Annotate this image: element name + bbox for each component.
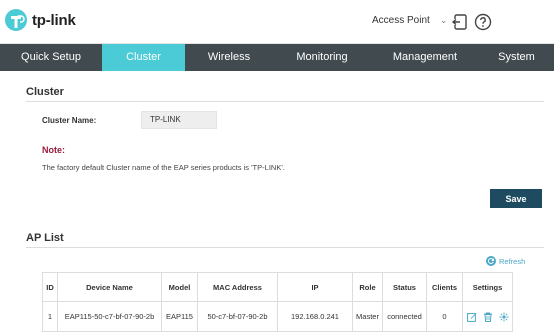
tab-management[interactable]: Management — [371, 44, 479, 71]
brand-logo: tp-link — [4, 7, 76, 33]
cluster-name-label: Cluster Name: — [42, 116, 97, 125]
save-button[interactable]: Save — [490, 189, 542, 208]
col-header-status: Status — [382, 272, 427, 302]
tab-quick-setup[interactable]: Quick Setup — [0, 44, 102, 71]
cell-role: Master — [352, 301, 383, 332]
cell-mac-address: 50-c7-bf-07-90-2b — [197, 301, 278, 332]
cell-model: EAP115 — [161, 301, 198, 332]
col-header-ip: IP — [277, 272, 353, 302]
tp-link-logo-icon — [5, 9, 27, 31]
tab-monitoring[interactable]: Monitoring — [273, 44, 371, 71]
edit-icon[interactable] — [466, 312, 477, 322]
ap-list-section-title: AP List — [26, 232, 64, 244]
tab-system[interactable]: System — [479, 44, 554, 71]
top-bar: tp-link Access Point ⌄ — [0, 0, 554, 44]
col-header-device-name: Device Name — [57, 272, 162, 302]
table-row: 1 EAP115-50-c7-bf-07-90-2b EAP115 50-c7-… — [42, 301, 513, 332]
cell-device-name: EAP115-50-c7-bf-07-90-2b — [57, 301, 162, 332]
col-header-role: Role — [352, 272, 383, 302]
refresh-icon — [486, 256, 496, 266]
cluster-section-title: Cluster — [26, 86, 64, 98]
cell-ip: 192.168.0.241 — [277, 301, 353, 332]
divider — [26, 101, 544, 102]
help-icon[interactable] — [474, 13, 492, 31]
cell-clients: 0 — [426, 301, 463, 332]
ap-list-table: ID Device Name Model MAC Address IP Role… — [42, 272, 513, 332]
locate-icon[interactable] — [499, 312, 509, 322]
refresh-button[interactable]: Refresh — [486, 256, 525, 266]
col-header-id: ID — [42, 272, 58, 302]
mode-select-label: Access Point — [372, 15, 430, 26]
chevron-down-icon: ⌄ — [439, 15, 448, 25]
col-header-settings: Settings — [462, 272, 513, 302]
table-header-row: ID Device Name Model MAC Address IP Role… — [42, 272, 513, 302]
divider — [26, 247, 544, 248]
delete-icon[interactable] — [483, 312, 493, 322]
note-title: Note: — [42, 145, 65, 155]
mode-select[interactable]: Access Point ⌄ — [372, 15, 447, 26]
main-nav: Quick Setup Cluster Wireless Monitoring … — [0, 44, 554, 71]
cell-settings — [462, 301, 513, 332]
note-text: The factory default Cluster name of the … — [42, 163, 285, 172]
refresh-label: Refresh — [499, 256, 526, 266]
cell-id: 1 — [42, 301, 58, 332]
cluster-name-field[interactable]: TP-LINK — [141, 111, 217, 129]
tab-cluster[interactable]: Cluster — [102, 44, 185, 71]
col-header-model: Model — [161, 272, 198, 302]
tab-wireless[interactable]: Wireless — [185, 44, 273, 71]
col-header-mac-address: MAC Address — [197, 272, 278, 302]
col-header-clients: Clients — [426, 272, 463, 302]
brand-name: tp-link — [32, 11, 76, 29]
cell-status: connected — [382, 301, 427, 332]
logout-icon[interactable] — [451, 13, 469, 31]
